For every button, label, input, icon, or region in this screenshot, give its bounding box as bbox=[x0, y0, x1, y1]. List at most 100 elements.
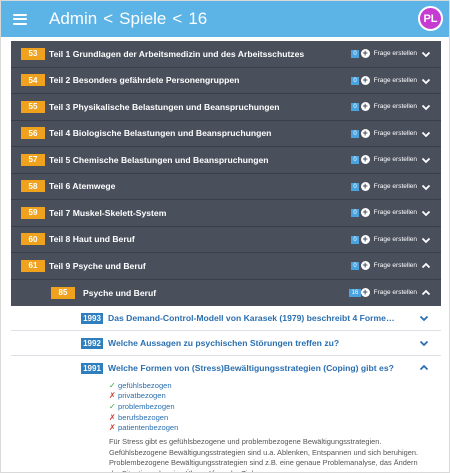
question-text[interactable]: Welche Aussagen zu psychischen Störungen… bbox=[108, 338, 339, 348]
chevron-down-icon[interactable] bbox=[421, 155, 431, 165]
plus-icon: + bbox=[360, 233, 370, 244]
subcategory-row[interactable]: 85 Psyche und Beruf 16 + Frage erstellen bbox=[11, 279, 441, 306]
category-title: Teil 6 Atemwege bbox=[49, 181, 116, 192]
question-count-badge: 0 bbox=[351, 103, 359, 111]
category-row[interactable]: 59 Teil 7 Muskel-Skelett-System 0 + Frage… bbox=[11, 200, 441, 227]
category-number: 58 bbox=[21, 180, 45, 193]
chevron-down-icon[interactable] bbox=[419, 313, 429, 323]
breadcrumb-admin[interactable]: Admin bbox=[49, 9, 97, 29]
question-list: 1993 Das Demand-Control-Modell von Karas… bbox=[11, 306, 441, 472]
create-question-button[interactable]: + Frage erstellen bbox=[360, 286, 417, 297]
category-row[interactable]: 55 Teil 3 Physikalische Belastungen und … bbox=[11, 94, 441, 121]
category-row[interactable]: 56 Teil 4 Biologische Belastungen und Be… bbox=[11, 120, 441, 147]
category-number: 57 bbox=[21, 153, 45, 166]
chevron-down-icon[interactable] bbox=[419, 338, 429, 348]
answer-option: ✗ privatbezogen bbox=[109, 391, 441, 402]
question-text[interactable]: Welche Formen von (Stress)Bewältigungsst… bbox=[108, 363, 394, 373]
answer-text: berufsbezogen bbox=[118, 412, 169, 422]
plus-icon: + bbox=[360, 207, 370, 217]
question-count-badge: 0 bbox=[351, 50, 359, 58]
chevron-down-icon[interactable] bbox=[421, 49, 431, 59]
category-title: Teil 2 Besonders gefährdete Personengrup… bbox=[49, 75, 240, 86]
question-count-badge: 0 bbox=[351, 182, 359, 191]
chevron-down-icon[interactable] bbox=[421, 182, 431, 192]
question-count-badge: 0 bbox=[351, 76, 359, 85]
plus-icon: + bbox=[360, 74, 370, 85]
plus-icon: + bbox=[360, 286, 370, 297]
chevron-up-icon[interactable] bbox=[419, 363, 429, 373]
plus-icon: + bbox=[360, 127, 370, 138]
top-bar: Admin < Spiele < 16 PL bbox=[1, 1, 449, 37]
plus-icon: + bbox=[360, 48, 370, 58]
cross-icon: ✗ bbox=[109, 391, 116, 401]
cross-icon: ✗ bbox=[109, 423, 116, 433]
create-question-button[interactable]: + Frage erstellen bbox=[360, 207, 417, 217]
answer-option: ✗ patientenbezogen bbox=[109, 422, 441, 433]
answer-list: ✓ gefühlsbezogen ✗ privatbezogen ✓ problemb… bbox=[109, 380, 441, 435]
create-question-button[interactable]: + Frage erstellen bbox=[360, 127, 417, 138]
check-icon: ✓ bbox=[109, 401, 116, 411]
category-number: 55 bbox=[21, 100, 45, 113]
category-title: Teil 1 Grundlagen der Arbeitsmedizin und… bbox=[49, 48, 305, 59]
chevron-down-icon[interactable] bbox=[421, 235, 431, 245]
category-number: 56 bbox=[21, 127, 45, 140]
category-row[interactable]: 54 Teil 2 Besonders gefährdete Personeng… bbox=[11, 67, 441, 94]
create-question-button[interactable]: + Frage erstellen bbox=[360, 180, 417, 191]
breadcrumb: Admin < Spiele < 16 bbox=[49, 9, 207, 29]
question-text[interactable]: Das Demand-Control-Modell von Karasek (1… bbox=[108, 313, 398, 323]
category-title: Teil 7 Muskel-Skelett-System bbox=[49, 207, 167, 218]
plus-icon: + bbox=[360, 180, 370, 191]
menu-icon[interactable] bbox=[13, 13, 27, 25]
create-question-button[interactable]: + Frage erstellen bbox=[360, 48, 417, 58]
category-row[interactable]: 57 Teil 5 Chemische Belastungen und Bean… bbox=[11, 147, 441, 174]
check-icon: ✓ bbox=[109, 380, 116, 390]
avatar[interactable]: PL bbox=[418, 6, 443, 31]
create-question-label: Frage erstellen bbox=[373, 156, 417, 163]
question-item[interactable]: 1992 Welche Aussagen zu psychischen Stör… bbox=[11, 331, 441, 356]
create-question-label: Frage erstellen bbox=[373, 262, 417, 269]
create-question-label: Frage erstellen bbox=[373, 129, 417, 137]
category-title: Teil 5 Chemische Belastungen und Beanspr… bbox=[49, 154, 269, 165]
breadcrumb-current: 16 bbox=[188, 9, 208, 28]
answer-option: ✓ gefühlsbezogen bbox=[109, 380, 441, 391]
chevron-down-icon[interactable] bbox=[421, 208, 431, 218]
create-question-label: Frage erstellen bbox=[373, 235, 417, 243]
question-item[interactable]: 1993 Das Demand-Control-Modell von Karas… bbox=[11, 306, 441, 331]
create-question-label: Frage erstellen bbox=[373, 288, 417, 296]
chevron-up-icon[interactable] bbox=[421, 261, 431, 271]
category-row[interactable]: 58 Teil 6 Atemwege 0 + Frage erstellen bbox=[11, 173, 441, 200]
chevron-up-icon[interactable] bbox=[421, 288, 431, 298]
category-number: 60 bbox=[21, 233, 45, 246]
question-item-expanded[interactable]: 1991 Welche Formen von (Stress)Bewältigu… bbox=[11, 356, 441, 472]
create-question-button[interactable]: + Frage erstellen bbox=[360, 74, 417, 85]
question-count-badge: 0 bbox=[351, 235, 359, 244]
answer-option: ✓ problembezogen bbox=[109, 401, 441, 412]
cross-icon: ✗ bbox=[109, 412, 116, 422]
create-question-button[interactable]: + Frage erstellen bbox=[360, 101, 417, 111]
answer-option: ✗ berufsbezogen bbox=[109, 412, 441, 423]
create-question-button[interactable]: + Frage erstellen bbox=[360, 261, 417, 270]
breadcrumb-spiele[interactable]: Spiele bbox=[119, 9, 166, 29]
question-count-badge: 0 bbox=[351, 129, 359, 138]
chevron-down-icon[interactable] bbox=[421, 129, 431, 139]
answer-text: gefühlsbezogen bbox=[118, 380, 172, 390]
category-title: Teil 4 Biologische Belastungen und Beans… bbox=[49, 128, 272, 139]
plus-icon: + bbox=[360, 101, 370, 111]
category-number: 54 bbox=[21, 74, 45, 87]
category-row[interactable]: 53 Teil 1 Grundlagen der Arbeitsmedizin … bbox=[11, 41, 441, 68]
category-row[interactable]: 60 Teil 8 Haut und Beruf 0 + Frage erstel… bbox=[11, 226, 441, 253]
create-question-label: Frage erstellen bbox=[373, 182, 417, 190]
breadcrumb-separator: < bbox=[172, 9, 183, 28]
create-question-label: Frage erstellen bbox=[373, 50, 417, 57]
category-title: Teil 3 Physikalische Belastungen und Bea… bbox=[49, 101, 280, 112]
chevron-down-icon[interactable] bbox=[421, 102, 431, 112]
create-question-button[interactable]: + Frage erstellen bbox=[360, 155, 417, 164]
category-row-expanded[interactable]: 61 Teil 9 Psyche und Beruf 0 + Frage erst… bbox=[11, 253, 441, 280]
chevron-down-icon[interactable] bbox=[421, 76, 431, 86]
category-list: 53 Teil 1 Grundlagen der Arbeitsmedizin … bbox=[11, 41, 441, 306]
answer-text: problembezogen bbox=[118, 401, 175, 411]
create-question-label: Frage erstellen bbox=[373, 76, 417, 84]
subcategory-number: 85 bbox=[51, 286, 75, 299]
category-title: Teil 9 Psyche und Beruf bbox=[49, 260, 146, 271]
create-question-button[interactable]: + Frage erstellen bbox=[360, 233, 417, 244]
